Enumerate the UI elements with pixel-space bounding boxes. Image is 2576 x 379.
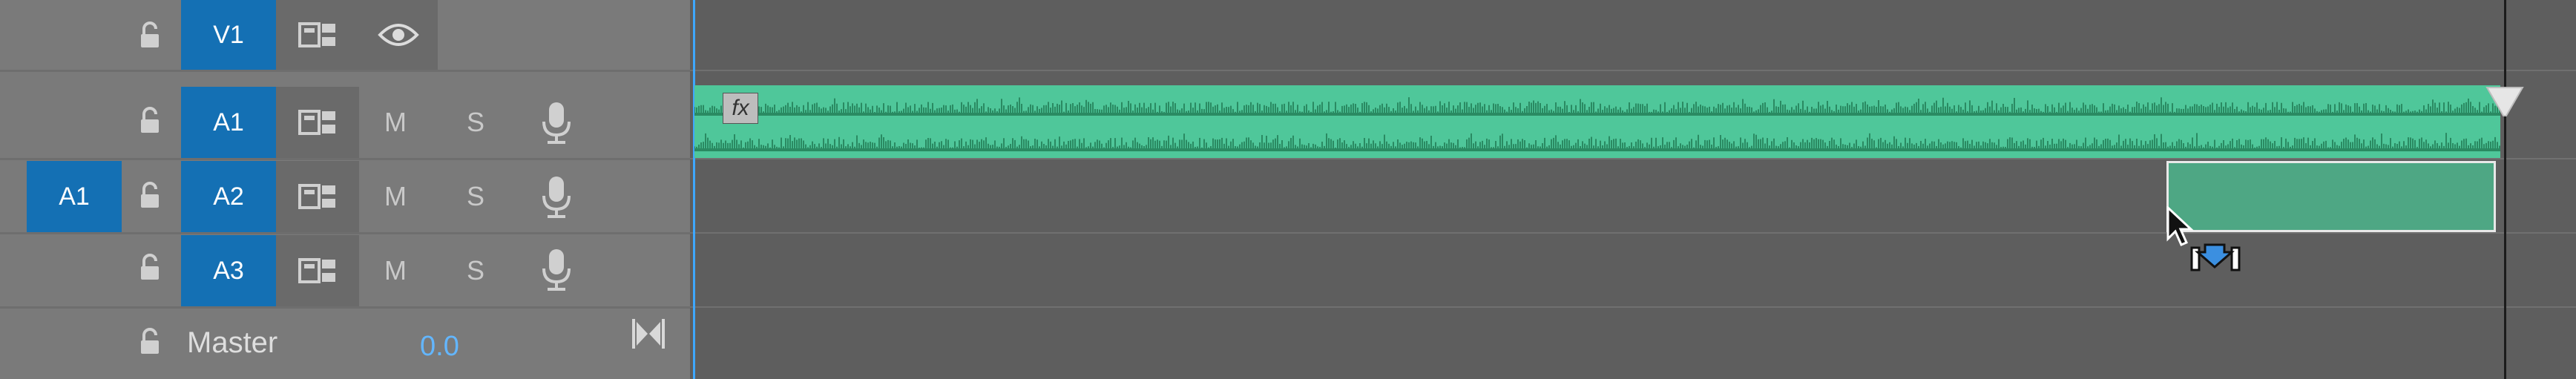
audio-waveform [694,97,2500,151]
a2-source-patch-button[interactable]: A1 [27,161,122,232]
v1-eye-icon[interactable] [359,0,438,70]
a2-lock-icon[interactable] [137,181,163,211]
a3-solo-button[interactable]: S [451,235,500,306]
track-headers-panel: V1 A1 M S A1 A2 M S A3 M S Master 0.0 [0,0,690,379]
a3-microphone-icon[interactable] [540,248,573,292]
a1-solo-button[interactable]: S [451,87,500,158]
a2-sync-lock-icon[interactable] [276,161,359,232]
track-divider [690,306,2576,308]
a2-microphone-icon[interactable] [540,175,573,220]
a1-lock-icon[interactable] [137,106,163,136]
row-divider [0,70,690,72]
a3-track-target-button[interactable]: A3 [181,235,276,306]
a1-track-target-button[interactable]: A1 [181,87,276,158]
fx-badge[interactable]: fx [723,93,758,124]
audio-clip[interactable]: fx [694,85,2500,158]
v1-track-target-button[interactable]: V1 [181,0,276,70]
master-label: Master [187,326,278,359]
row-divider [0,306,690,309]
row-divider [0,232,690,234]
insert-drag-cursor-icon [2166,206,2248,277]
a1-microphone-icon[interactable] [540,101,573,145]
playhead-icon[interactable] [2484,86,2526,119]
v1-lock-icon[interactable] [137,21,163,50]
v1-sync-lock-icon[interactable] [276,0,359,70]
collapse-icon[interactable] [632,319,665,349]
track-divider [690,232,2576,234]
a2-solo-button[interactable]: S [451,161,500,232]
a2-track-target-button[interactable]: A2 [181,161,276,232]
a3-mute-button[interactable]: M [371,235,420,306]
track-divider [690,70,2576,71]
master-lock-icon[interactable] [137,327,163,357]
master-volume-value[interactable]: 0.0 [420,331,459,363]
a1-sync-lock-icon[interactable] [276,87,359,158]
a1-mute-button[interactable]: M [371,87,420,158]
timeline-start-marker [693,0,695,379]
a2-mute-button[interactable]: M [371,161,420,232]
playhead-line[interactable] [2504,0,2506,379]
a3-sync-lock-icon[interactable] [276,235,359,306]
row-divider [0,158,690,160]
track-divider [690,158,2576,159]
timeline-track-area[interactable]: fx [690,0,2576,379]
a3-lock-icon[interactable] [137,253,163,283]
